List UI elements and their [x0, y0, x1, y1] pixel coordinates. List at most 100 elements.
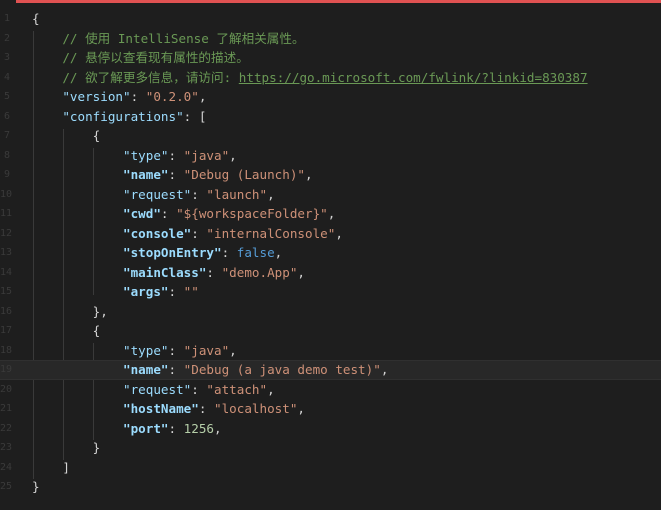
- code-token: :: [221, 245, 237, 260]
- code-token: "0.2.0": [145, 89, 199, 104]
- line-number: 15: [0, 286, 13, 297]
- code-token: :: [206, 264, 222, 280]
- code-line[interactable]: 8 "type": "java",: [0, 146, 661, 166]
- code-line[interactable]: 2 // 使用 IntelliSense 了解相关属性。: [0, 29, 661, 49]
- code-token: :: [168, 420, 184, 436]
- code-line[interactable]: 15 "args": "": [0, 282, 661, 302]
- code-token: ,: [274, 245, 283, 260]
- line-code: {: [32, 321, 101, 341]
- code-token: "port": [123, 420, 169, 436]
- code-line[interactable]: 4 // 欲了解更多信息，请访问: https://go.microsoft.c…: [0, 68, 661, 88]
- code-token: :: [130, 89, 146, 104]
- line-code: "type": "java",: [32, 341, 237, 361]
- code-line-active[interactable]: 19 "name": "Debug (a java demo test)",: [0, 360, 661, 380]
- line-code: "version": "0.2.0",: [32, 87, 206, 107]
- code-line[interactable]: 16 },: [0, 302, 661, 322]
- code-line[interactable]: 24 ]: [0, 458, 661, 478]
- code-token: "console": [123, 225, 192, 241]
- line-code: "console": "internalConsole",: [32, 224, 343, 244]
- code-line[interactable]: 3 // 悬停以查看现有属性的描述。: [0, 48, 661, 68]
- line-number: 6: [3, 110, 10, 122]
- line-code: "port": 1256,: [32, 419, 222, 439]
- code-token: ,: [335, 225, 343, 241]
- line-code: "args": "": [32, 282, 199, 302]
- code-line[interactable]: 5 "version": "0.2.0",: [0, 87, 661, 107]
- code-token: ,: [297, 401, 305, 416]
- line-code: },: [32, 302, 108, 322]
- code-token: ,: [198, 89, 207, 104]
- code-line[interactable]: 21 "hostName": "localhost",: [0, 399, 661, 419]
- code-line[interactable]: 18 "type": "java",: [0, 341, 661, 361]
- code-line[interactable]: 13 "stopOnEntry": false,: [0, 243, 661, 263]
- code-line[interactable]: 7 {: [0, 126, 661, 146]
- code-token: ,: [380, 362, 389, 377]
- line-code: ]: [32, 458, 70, 478]
- code-token: {: [32, 11, 40, 26]
- code-line[interactable]: 10 "request": "launch",: [0, 185, 661, 205]
- code-token: "hostName": [123, 401, 199, 416]
- code-line[interactable]: 12 "console": "internalConsole",: [0, 224, 661, 244]
- line-number: 22: [0, 422, 13, 434]
- code-token: "${workspaceFolder}": [176, 206, 328, 221]
- code-token: "localhost": [214, 401, 298, 416]
- line-code: "type": "java",: [32, 146, 237, 166]
- code-line[interactable]: 25}: [0, 477, 661, 497]
- code-token: ,: [229, 147, 237, 163]
- line-number: 24: [0, 461, 13, 473]
- code-line[interactable]: 6 "configurations": [: [0, 107, 661, 127]
- code-token: // 使用 IntelliSense 了解相关属性。: [32, 30, 305, 46]
- code-line[interactable]: 23 }: [0, 438, 661, 458]
- code-token: ,: [267, 186, 275, 202]
- editor-top-border: [0, 0, 661, 3]
- code-token: 1256: [183, 420, 215, 436]
- code-token: "mainClass": [123, 264, 207, 280]
- code-line[interactable]: 17 {: [0, 321, 661, 341]
- code-line[interactable]: 22 "port": 1256,: [0, 419, 661, 439]
- line-code: }: [32, 438, 101, 458]
- code-token: "java": [183, 147, 230, 163]
- code-line[interactable]: 20 "request": "attach",: [0, 380, 661, 400]
- code-line[interactable]: 1{: [0, 9, 661, 29]
- code-token: "demo.App": [221, 264, 298, 280]
- code-token: "version": [62, 89, 131, 104]
- line-number: 21: [0, 403, 13, 414]
- line-code: {: [32, 126, 101, 146]
- code-editor[interactable]: 1{2 // 使用 IntelliSense 了解相关属性。 3 // 悬停以查看…: [0, 0, 661, 510]
- code-token: ,: [327, 206, 336, 221]
- code-token: "Debug (Launch)": [183, 167, 305, 182]
- code-token: },: [32, 303, 108, 319]
- code-token: "internalConsole": [206, 225, 336, 241]
- code-token: "attach": [206, 381, 268, 397]
- code-token: ,: [297, 264, 305, 280]
- code-token: :: [198, 401, 214, 416]
- line-code: {: [32, 9, 40, 29]
- line-code: "cwd": "${workspaceFolder}",: [32, 204, 335, 224]
- line-number: 12: [0, 227, 13, 239]
- code-token: ,: [229, 342, 237, 358]
- code-line[interactable]: 11 "cwd": "${workspaceFolder}",: [0, 204, 661, 224]
- code-token: :: [191, 186, 207, 202]
- code-line[interactable]: 9 "name": "Debug (Launch)",: [0, 165, 661, 185]
- code-token: ,: [267, 381, 275, 397]
- code-token: "stopOnEntry": [123, 245, 222, 260]
- doc-link[interactable]: https://go.microsoft.com/fwlink/?linkid=…: [239, 70, 588, 85]
- code-token: "java": [183, 342, 230, 358]
- line-code: "mainClass": "demo.App",: [32, 263, 305, 283]
- code-token: }: [32, 479, 40, 494]
- line-number: 20: [0, 383, 13, 395]
- code-token: "cwd": [123, 206, 161, 221]
- line-number: 8: [3, 149, 10, 161]
- line-code: "stopOnEntry": false,: [32, 243, 282, 263]
- code-line[interactable]: 14 "mainClass": "demo.App",: [0, 263, 661, 283]
- code-token: // 欲了解更多信息，请访问:: [32, 69, 239, 85]
- code-token: ,: [305, 167, 313, 182]
- line-number: 5: [3, 91, 10, 102]
